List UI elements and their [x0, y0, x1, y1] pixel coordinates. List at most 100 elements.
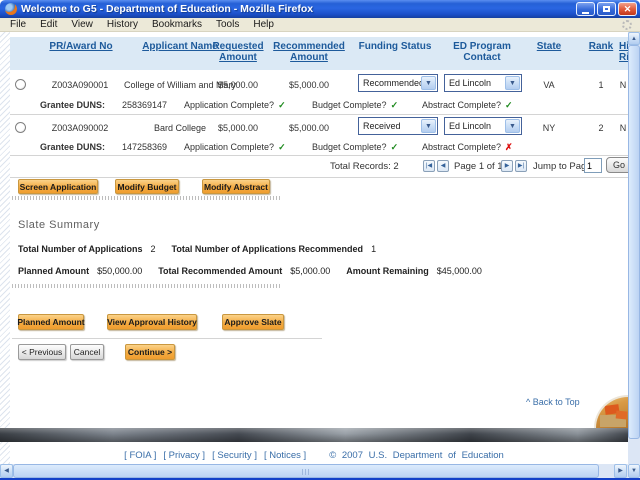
state-cell: VA [532, 80, 566, 90]
close-button[interactable]: ✕ [618, 2, 637, 16]
continue-button[interactable]: Continue > [125, 344, 175, 360]
prev-page-button[interactable]: ◀ [437, 160, 449, 172]
vertical-scroll-thumb[interactable] [628, 45, 640, 439]
check-icon: ✓ [505, 100, 513, 110]
menu-history[interactable]: History [101, 19, 144, 30]
budget-complete-label: Budget Complete? [312, 142, 387, 152]
previous-button[interactable]: < Previous [18, 344, 66, 360]
minimize-icon [582, 12, 589, 14]
first-page-button[interactable]: |◀ [423, 160, 435, 172]
amount-remaining-value: $45,000.00 [437, 266, 482, 276]
view-approval-history-button[interactable]: View Approval History [107, 314, 197, 330]
planned-amount-button[interactable]: Planned Amount [18, 314, 84, 330]
slate-summary-counts: Total Number of Applications 2 Total Num… [18, 244, 392, 254]
check-icon: ✓ [391, 142, 399, 152]
header-requested-amount[interactable]: Requested Amount [206, 41, 270, 63]
horizontal-scrollbar[interactable]: ◀ ▶ [0, 464, 628, 478]
application-complete: Application Complete?✓ [184, 142, 286, 153]
footer-link-foia[interactable]: [ FOIA ] [124, 450, 156, 461]
planned-amount-value: $50,000.00 [97, 266, 142, 276]
footer-link-notices[interactable]: [ Notices ] [264, 450, 306, 461]
recommended-amount-cell: $5,000.00 [274, 80, 344, 90]
menu-edit[interactable]: Edit [34, 19, 63, 30]
restore-icon [603, 6, 610, 12]
dotted-divider [12, 196, 280, 200]
funding-status-select[interactable]: Received ▼ [358, 117, 438, 135]
nav-divider [12, 338, 322, 339]
horizontal-scroll-thumb[interactable] [13, 464, 599, 478]
planned-amount-label: Planned Amount [18, 266, 89, 276]
header-rank[interactable]: Rank [584, 41, 618, 52]
header-pr-award-no[interactable]: PR/Award No [36, 41, 126, 52]
footer: [ FOIA ] [ Privacy ] [ Security ] [ Noti… [0, 450, 628, 461]
rank-cell: 1 [586, 80, 616, 90]
window-titlebar: Welcome to G5 - Department of Education … [0, 0, 640, 18]
last-page-button[interactable]: ▶| [515, 160, 527, 172]
menu-help[interactable]: Help [247, 19, 280, 30]
requested-amount-cell: $5,000.00 [204, 80, 272, 90]
budget-complete-label: Budget Complete? [312, 100, 387, 110]
scroll-up-icon[interactable]: ▲ [628, 32, 640, 45]
screen-application-button[interactable]: Screen Application [18, 179, 98, 194]
row-select-radio[interactable] [15, 79, 26, 90]
scroll-left-icon[interactable]: ◀ [0, 464, 13, 478]
x-icon: ✗ [505, 142, 513, 152]
grantee-duns-label: Grantee DUNS: [40, 142, 105, 152]
back-to-top-link[interactable]: ^ Back to Top [526, 397, 580, 407]
vertical-scrollbar[interactable]: ▲ [628, 32, 640, 464]
restore-button[interactable] [597, 2, 616, 16]
abstract-complete-label: Abstract Complete? [422, 100, 501, 110]
menu-view[interactable]: View [65, 19, 99, 30]
modify-budget-button[interactable]: Modify Budget [115, 179, 179, 194]
copyright-text: © 2007 U.S. Department of Education [329, 450, 504, 461]
classroom-photo [594, 395, 628, 428]
pr-award-no-cell: Z003A090002 [34, 123, 126, 133]
section-divider [10, 177, 628, 178]
abstract-complete: Abstract Complete?✗ [422, 142, 513, 153]
chevron-down-icon[interactable]: ▼ [505, 119, 520, 133]
check-icon: ✓ [278, 100, 286, 110]
cancel-button[interactable]: Cancel [70, 344, 104, 360]
page-status: Page 1 of 1 [454, 161, 503, 172]
rank-cell: 2 [586, 123, 616, 133]
ed-program-contact-value: Ed Lincoln [449, 121, 491, 131]
total-recommended-value: 1 [371, 244, 376, 254]
minimize-button[interactable] [576, 2, 595, 16]
grantee-duns-value: 147258369 [122, 142, 167, 152]
row-select-radio[interactable] [15, 122, 26, 133]
ed-program-contact-select[interactable]: Ed Lincoln ▼ [444, 74, 522, 92]
firefox-icon [5, 3, 17, 15]
menu-tools[interactable]: Tools [210, 19, 245, 30]
left-margin-pattern [0, 32, 10, 464]
row-divider [10, 114, 628, 115]
check-icon: ✓ [391, 100, 399, 110]
menu-bookmarks[interactable]: Bookmarks [146, 19, 208, 30]
total-apps-label: Total Number of Applications [18, 244, 143, 254]
ed-program-contact-value: Ed Lincoln [449, 78, 491, 88]
scroll-down-icon[interactable]: ▼ [628, 464, 640, 478]
footer-separator-bar [0, 428, 628, 442]
header-state[interactable]: State [530, 41, 568, 52]
footer-link-security[interactable]: [ Security ] [212, 450, 257, 461]
header-recommended-amount[interactable]: Recommended Amount [266, 41, 352, 63]
application-complete: Application Complete?✓ [184, 100, 286, 111]
chevron-down-icon[interactable]: ▼ [421, 119, 436, 133]
jump-to-page-input[interactable] [584, 158, 602, 173]
chevron-down-icon[interactable]: ▼ [421, 76, 436, 90]
ed-program-contact-select[interactable]: Ed Lincoln ▼ [444, 117, 522, 135]
menu-file[interactable]: File [4, 19, 32, 30]
slate-summary-title: Slate Summary [18, 219, 100, 231]
budget-complete: Budget Complete? ✓ [312, 100, 398, 111]
next-page-button[interactable]: ▶ [501, 160, 513, 172]
application-complete-label: Application Complete? [184, 142, 274, 152]
approve-slate-button[interactable]: Approve Slate [222, 314, 284, 330]
funding-status-value: Received [363, 121, 401, 131]
modify-abstract-button[interactable]: Modify Abstract [202, 179, 270, 194]
footer-link-privacy[interactable]: [ Privacy ] [163, 450, 205, 461]
scroll-right-icon[interactable]: ▶ [614, 464, 627, 478]
row-divider [10, 155, 628, 156]
recommended-amount-cell: $5,000.00 [274, 123, 344, 133]
funding-status-select[interactable]: Recommended ▼ [358, 74, 438, 92]
chevron-down-icon[interactable]: ▼ [505, 76, 520, 90]
grantee-duns-label: Grantee DUNS: [40, 100, 105, 110]
